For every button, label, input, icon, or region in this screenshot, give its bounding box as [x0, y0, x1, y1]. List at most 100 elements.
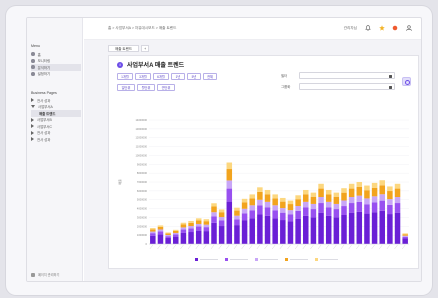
range-5y-button[interactable]: 5년	[187, 73, 201, 80]
bar-segment	[341, 214, 347, 244]
bar-segment	[165, 233, 171, 236]
bar-segment	[195, 230, 202, 244]
unit-monthly-button[interactable]: 월단위	[137, 84, 155, 91]
unit-yearly-button[interactable]: 연단위	[157, 84, 175, 91]
chevron-right-icon	[31, 98, 34, 103]
bell-icon[interactable]	[365, 25, 371, 31]
bar-segment	[364, 198, 370, 205]
bar-segment	[173, 232, 179, 235]
bar-segment	[249, 218, 255, 244]
settings-icon	[31, 272, 35, 277]
info-icon[interactable]: i	[117, 61, 123, 68]
bar-segment	[203, 224, 210, 228]
legend-label	[200, 259, 218, 260]
legend-swatch	[255, 258, 258, 261]
y-tick-label: 2000000	[137, 224, 148, 228]
bar-segment	[165, 238, 171, 244]
y-tick-label: 14000000	[135, 118, 147, 122]
bar-segment	[249, 210, 255, 219]
bar-segment	[341, 188, 347, 193]
y-tick-label: 10000000	[135, 153, 147, 157]
x-tick-mark	[195, 244, 199, 250]
x-tick-mark	[302, 244, 306, 250]
bar-segment	[249, 205, 255, 211]
x-tick-mark	[333, 244, 337, 250]
bar-segment	[333, 203, 340, 210]
bar-segment	[310, 203, 317, 210]
range-1y-button[interactable]: 1년	[171, 73, 185, 80]
y-tick-label: 3000000	[137, 215, 148, 219]
page-item-label: 전사 성과	[37, 137, 51, 142]
bar-segment	[310, 209, 317, 218]
tab-sales-trend[interactable]: 매출 트렌드	[108, 45, 140, 52]
bar-segment	[226, 162, 233, 170]
notification-icon[interactable]	[392, 25, 398, 31]
bar-segment	[318, 188, 324, 198]
range-all-button[interactable]: 전체	[203, 73, 217, 80]
group-select[interactable]	[299, 83, 395, 90]
bar-segment	[211, 216, 217, 223]
bar-segment	[280, 220, 286, 244]
bar-segment	[356, 182, 363, 187]
x-tick-mark	[363, 244, 368, 250]
tablet-frame: Menu 홈 모니터링 분석하기 설정하기 Business Pages 전사 성과 사…	[6, 6, 432, 295]
user-icon[interactable]	[406, 25, 412, 31]
bar-segment	[295, 195, 301, 200]
bar-segment	[173, 230, 179, 233]
y-tick-label: 1000000	[137, 233, 148, 237]
bar-segment	[310, 217, 317, 244]
y-tick-label: 0	[146, 242, 148, 246]
x-tick-mark	[287, 244, 291, 250]
bar-segment	[287, 200, 294, 205]
page-item-6[interactable]: 전사 성과	[31, 136, 81, 143]
bar-segment	[280, 201, 286, 209]
y-tick-label: 6000000	[137, 189, 148, 193]
range-6m-button[interactable]: 6개월	[153, 73, 169, 80]
range-1m-button[interactable]: 1개월	[117, 73, 133, 80]
bar-segment	[211, 206, 217, 213]
x-tick-mark	[172, 244, 176, 250]
manage-pages-link[interactable]: 페이지 관리하기	[31, 272, 59, 277]
sidebar-item-label: 홈	[37, 52, 41, 57]
bar-segment	[379, 180, 385, 186]
bar-segment	[364, 185, 370, 191]
bar-segment	[287, 221, 294, 244]
bar-segment	[264, 189, 271, 195]
bar-segment	[150, 231, 156, 234]
x-tick-mark	[371, 244, 375, 250]
x-tick-mark	[402, 244, 406, 250]
sidebar-item-3[interactable]: 설정하기	[31, 71, 81, 78]
bar-segment	[165, 235, 171, 237]
y-tick-label: 9000000	[137, 162, 148, 166]
add-tab-button[interactable]: +	[141, 45, 150, 52]
bar-segment	[341, 206, 347, 215]
bar-segment	[394, 183, 401, 189]
bar-segment	[295, 210, 301, 219]
bar-segment	[180, 227, 187, 230]
bar-segment	[241, 220, 248, 244]
bar-segment	[371, 187, 378, 197]
bar-segment	[211, 222, 217, 244]
bar-segment	[157, 225, 164, 227]
bar-segment	[348, 197, 355, 204]
breadcrumb: 홈 > 사업부서A > 자유대시보드 > 매출 트렌드	[108, 26, 177, 30]
settings-icon	[31, 71, 35, 76]
bar-segment	[157, 229, 164, 232]
filter-select[interactable]	[299, 72, 395, 79]
bar-segment	[333, 192, 340, 197]
unit-daily-button[interactable]: 일단위	[117, 84, 135, 91]
x-tick-mark	[379, 244, 383, 250]
bar-segment	[195, 223, 202, 227]
star-icon[interactable]	[379, 25, 385, 31]
bar-segment	[318, 203, 324, 213]
bar-segment	[303, 215, 309, 244]
search-button[interactable]	[402, 77, 411, 86]
x-tick-mark	[394, 244, 398, 250]
range-3m-button[interactable]: 3개월	[135, 73, 151, 80]
x-tick-mark	[279, 244, 283, 250]
user-name[interactable]: 관리자님	[344, 26, 357, 31]
bar-segment	[234, 207, 240, 211]
bar-segment	[249, 194, 255, 199]
bar-segment	[402, 238, 408, 244]
bar-segment	[234, 210, 240, 216]
